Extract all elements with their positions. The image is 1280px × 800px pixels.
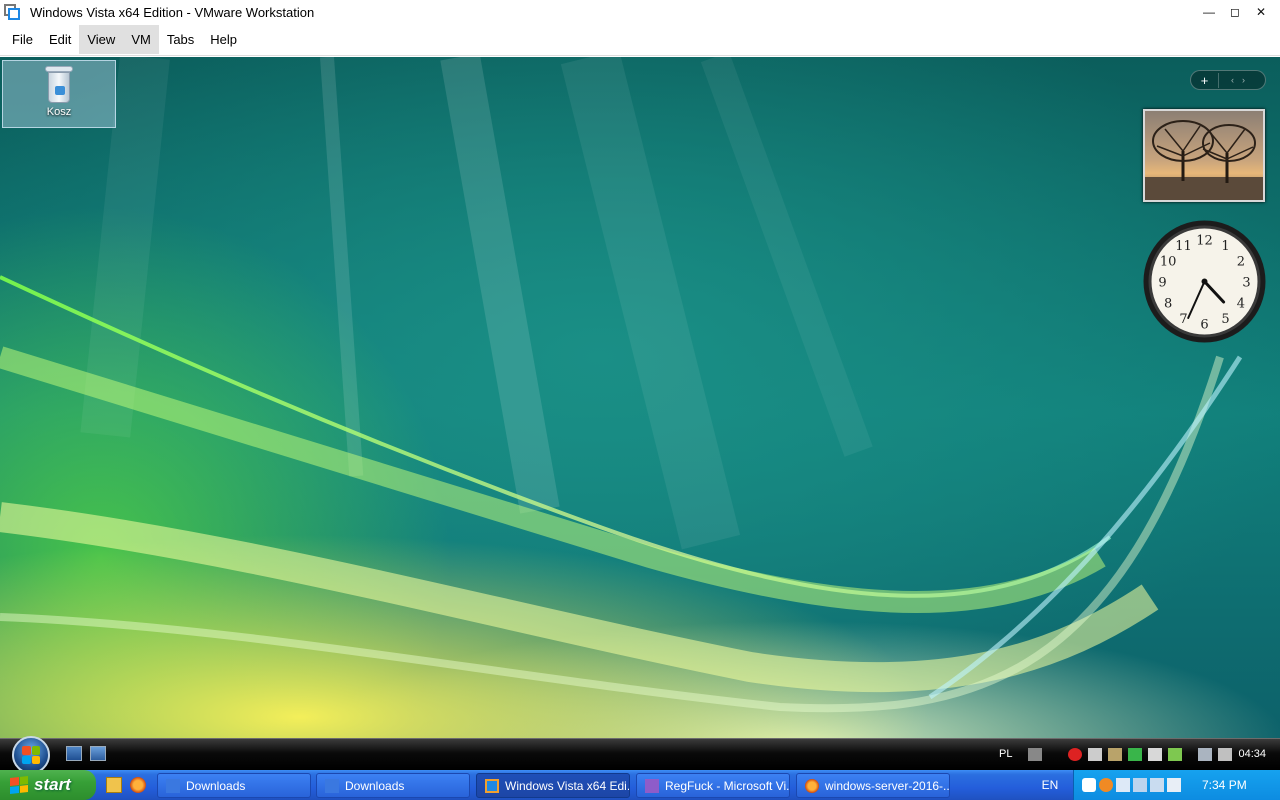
- taskbar-item-downloads-1[interactable]: Downloads: [157, 773, 311, 798]
- windows-logo-icon: [22, 746, 40, 764]
- firefox-icon: [805, 778, 819, 793]
- keyboard-icon[interactable]: [1028, 747, 1043, 761]
- menu-file[interactable]: File: [4, 25, 41, 54]
- wallpaper-swoosh: [0, 275, 1243, 713]
- tree-photo: [1145, 120, 1263, 200]
- menu-tabs[interactable]: Tabs: [159, 25, 202, 54]
- menu-vm[interactable]: VM: [123, 25, 159, 54]
- security-alert-icon[interactable]: [1068, 747, 1083, 761]
- desktop-icon-label: Kosz: [46, 106, 72, 118]
- minimize-icon[interactable]: —: [1196, 0, 1222, 24]
- host-taskbar: start Downloads Downloads Windows Vista …: [0, 770, 1280, 800]
- clock-numeral: 2: [1237, 255, 1245, 270]
- host-system-tray: 7:34 PM: [1073, 770, 1280, 800]
- volume-icon[interactable]: [1218, 747, 1233, 761]
- folder-icon: [166, 778, 180, 793]
- clock-numeral: 1: [1221, 239, 1229, 254]
- clock-numeral: 9: [1158, 276, 1166, 291]
- taskbar-item-visual-studio[interactable]: RegFuck - Microsoft Vi...: [636, 773, 790, 798]
- check-icon[interactable]: [1168, 747, 1183, 761]
- clock-numeral: 10: [1160, 255, 1177, 270]
- vmware-icon: [485, 778, 499, 793]
- add-gadget-button[interactable]: +: [1191, 72, 1219, 88]
- task-label: Windows Vista x64 Edi...: [505, 778, 630, 793]
- menu-edit[interactable]: Edit: [41, 25, 79, 54]
- monitor-icon[interactable]: [1198, 747, 1213, 761]
- desktop-icon-recycle-bin[interactable]: Kosz: [2, 60, 116, 128]
- clock-numeral: 12: [1196, 234, 1213, 249]
- task-label: Downloads: [345, 778, 405, 793]
- network-icon[interactable]: [1108, 747, 1123, 761]
- sidebar-controls: + ‹›: [1190, 70, 1266, 90]
- recycle-bin-icon: [45, 66, 73, 104]
- firefox-icon[interactable]: [130, 777, 146, 793]
- clock-numeral: 5: [1221, 312, 1229, 327]
- taskbar-item-vmware[interactable]: Windows Vista x64 Edi...: [476, 773, 630, 798]
- green-status-icon[interactable]: [1128, 747, 1143, 761]
- host-language-indicator[interactable]: EN: [1030, 770, 1070, 800]
- folder-icon: [325, 778, 339, 793]
- clock-numeral: 11: [1175, 239, 1192, 254]
- host-clock[interactable]: 7:34 PM: [1202, 778, 1247, 792]
- window-title: Windows Vista x64 Edition - VMware Works…: [30, 4, 315, 20]
- clock-gadget[interactable]: 1234567891011 12: [1142, 219, 1267, 344]
- start-button[interactable]: start: [0, 770, 96, 800]
- shield-icon[interactable]: [1082, 778, 1096, 792]
- taskbar-item-downloads-2[interactable]: Downloads: [316, 773, 470, 798]
- devices-icon[interactable]: [1148, 747, 1163, 761]
- menu-view[interactable]: View: [79, 25, 124, 54]
- vm-guest-screen[interactable]: Kosz + ‹› 123456789101112 PL: [0, 57, 1280, 770]
- clock-numeral: 6: [1200, 318, 1208, 333]
- document-icon[interactable]: [1088, 747, 1103, 761]
- volume-icon[interactable]: [1167, 778, 1181, 792]
- task-label: Downloads: [186, 778, 246, 793]
- window-icon[interactable]: [1116, 778, 1130, 792]
- task-label: RegFuck - Microsoft Vi...: [665, 778, 790, 793]
- vista-language-indicator[interactable]: PL: [999, 748, 1012, 760]
- clock-numeral: 7: [1179, 312, 1187, 327]
- show-desktop-icon[interactable]: [66, 746, 82, 761]
- chevron-left-icon[interactable]: ‹: [1231, 75, 1242, 85]
- clock-numeral: 3: [1242, 276, 1250, 291]
- vista-start-orb[interactable]: [12, 736, 50, 770]
- taskbar-item-firefox[interactable]: windows-server-2016-...: [796, 773, 950, 798]
- clock-numeral: 4: [1237, 297, 1245, 312]
- gadget-page-nav[interactable]: ‹›: [1219, 75, 1265, 85]
- visual-studio-icon: [645, 778, 659, 793]
- task-label: windows-server-2016-...: [825, 778, 950, 793]
- vmware-app-icon: [4, 4, 20, 20]
- chevron-right-icon[interactable]: ›: [1242, 75, 1253, 85]
- clock-numeral: 8: [1164, 297, 1172, 312]
- maximize-icon[interactable]: ◻: [1222, 0, 1248, 24]
- explorer-icon[interactable]: [106, 777, 122, 793]
- slideshow-gadget[interactable]: [1143, 109, 1265, 202]
- vista-system-tray: PL 04:34: [999, 738, 1280, 770]
- vista-clock[interactable]: 04:34: [1238, 748, 1266, 760]
- menu-bar: File Edit View VM Tabs Help: [0, 24, 1280, 56]
- windows-logo-icon: [10, 776, 28, 794]
- start-label: start: [34, 775, 71, 794]
- window-icon[interactable]: [1133, 778, 1147, 792]
- window-titlebar: Windows Vista x64 Edition - VMware Works…: [0, 0, 1280, 24]
- close-icon[interactable]: ✕: [1248, 0, 1274, 24]
- switch-windows-icon[interactable]: [90, 746, 106, 761]
- menu-help[interactable]: Help: [202, 25, 245, 54]
- network-icon[interactable]: [1150, 778, 1164, 792]
- search-icon[interactable]: [1099, 778, 1113, 792]
